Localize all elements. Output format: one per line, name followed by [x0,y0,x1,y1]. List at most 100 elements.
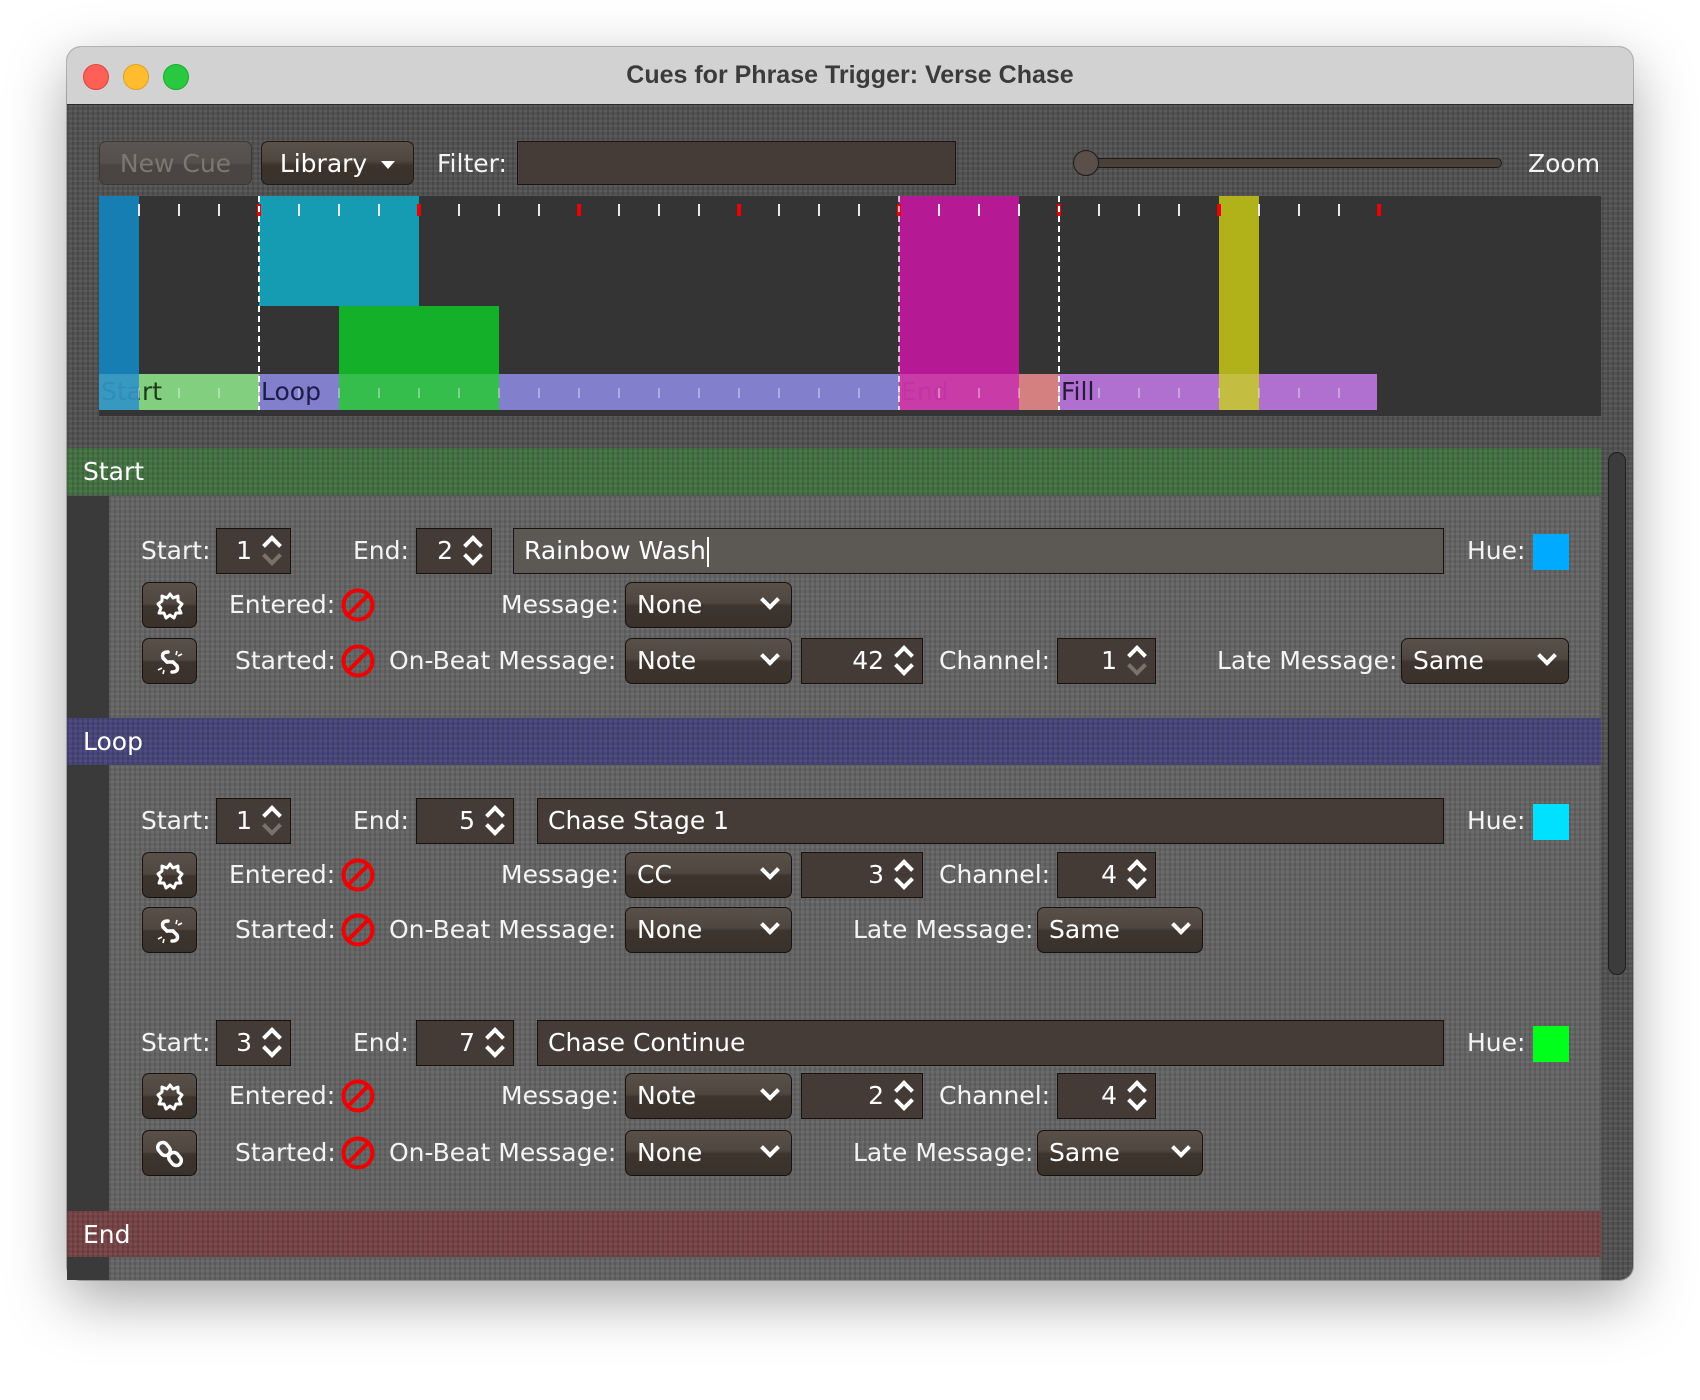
spinner-arrows[interactable] [256,1021,290,1065]
started-expression-button[interactable] [142,638,197,684]
started-expression-button[interactable] [142,1130,197,1176]
decrement-arrow-icon[interactable] [262,546,282,566]
spinner-arrows[interactable] [888,853,922,897]
entered-expression-button[interactable] [142,852,197,898]
cue-name-value: Chase Stage 1 [548,806,730,835]
decrement-arrow-icon[interactable] [1127,870,1147,890]
spinner-arrows[interactable] [1121,1074,1155,1118]
decrement-arrow-icon[interactable] [485,1038,505,1058]
cue-name-value: Rainbow Wash [524,536,706,565]
late-message-dropdown[interactable]: Same [1037,1130,1203,1176]
timeline-section-marker [898,196,900,410]
text-caret [706,537,709,567]
timeline-beat-tick [818,204,820,216]
hue-swatch[interactable] [1533,804,1569,840]
timeline-beat-tick-bottom [618,388,620,398]
start-beat-spinner[interactable]: 1 [216,798,291,844]
dropdown-value: Same [1049,1138,1120,1167]
spinner-arrows[interactable] [1121,853,1155,897]
start-beat-spinner[interactable]: 1 [216,528,291,574]
on-beat-message-dropdown[interactable]: None [625,1130,792,1176]
on-beat-number-spinner[interactable]: 42 [801,638,923,684]
library-menu-button[interactable]: Library [261,141,414,185]
no-expression-icon [340,912,376,948]
message-number-spinner[interactable]: 2 [801,1073,923,1119]
timeline-beat-tick-bottom [1338,388,1340,398]
spinner-arrows[interactable] [256,799,290,843]
timeline-beat-tick-bottom [418,388,420,398]
spinner-value: 4 [1101,860,1117,889]
hue-swatch[interactable] [1533,1026,1569,1062]
decrement-arrow-icon[interactable] [1127,1091,1147,1111]
channel-spinner[interactable]: 1 [1057,638,1156,684]
spinner-arrows[interactable] [1121,639,1155,683]
library-label: Library [279,149,368,178]
chevron-down-icon [760,860,780,880]
end-beat-spinner[interactable]: 7 [416,1020,514,1066]
late-message-dropdown[interactable]: Same [1401,638,1569,684]
message-dropdown[interactable]: None [625,582,792,628]
timeline-beat-tick [458,204,460,216]
cue-name-field[interactable]: Rainbow Wash [513,528,1444,574]
no-expression-icon [340,643,376,679]
decrement-arrow-icon[interactable] [463,546,483,566]
dropdown-value: None [637,1138,703,1167]
section-header-loop[interactable]: Loop [67,718,1601,765]
zoom-slider-thumb[interactable] [1073,150,1099,176]
on-beat-message-dropdown[interactable]: None [625,907,792,953]
spinner-value: 2 [437,536,453,565]
on-beat-message-label: On-Beat Message: [389,915,617,944]
cue-name-value: Chase Continue [548,1028,746,1057]
message-number-spinner[interactable]: 3 [801,852,923,898]
timeline-beat-tick-bottom [1138,388,1140,398]
message-dropdown[interactable]: Note [625,1073,792,1119]
decrement-arrow-icon[interactable] [894,870,914,890]
on-beat-message-dropdown[interactable]: Note [625,638,792,684]
entered-expression-button[interactable] [142,1073,197,1119]
chevron-down-icon [760,1081,780,1101]
started-expression-button[interactable] [142,907,197,953]
end-beat-spinner[interactable]: 5 [416,798,514,844]
zoom-slider-track[interactable] [1080,158,1502,168]
spinner-arrows[interactable] [256,529,290,573]
spinner-arrows[interactable] [888,639,922,683]
chevron-down-icon [760,646,780,666]
spinner-arrows[interactable] [457,529,491,573]
spinner-arrows[interactable] [479,799,513,843]
spinner-arrows[interactable] [888,1074,922,1118]
late-message-dropdown[interactable]: Same [1037,907,1203,953]
cue-list-scrollbar[interactable] [1608,452,1626,975]
timeline-section-marker [1058,196,1060,410]
section-header-start[interactable]: Start [67,448,1601,495]
timeline-beat-tick-bottom [858,388,860,398]
decrement-arrow-icon[interactable] [262,1038,282,1058]
section-header-end[interactable]: End [67,1211,1601,1258]
new-cue-button[interactable]: New Cue [99,141,252,185]
timeline-beat-tick [1098,204,1100,216]
decrement-arrow-icon[interactable] [485,816,505,836]
window-title: Cues for Phrase Trigger: Verse Chase [626,61,1074,89]
message-dropdown[interactable]: CC [625,852,792,898]
channel-label: Channel: [939,860,1051,889]
filter-input[interactable] [517,141,956,185]
hue-swatch[interactable] [1533,534,1569,570]
timeline-beat-tick [778,204,780,216]
channel-spinner[interactable]: 4 [1057,852,1156,898]
channel-spinner[interactable]: 4 [1057,1073,1156,1119]
entered-expression-button[interactable] [142,582,197,628]
timeline-cue-block-overlap [99,374,139,410]
dropdown-value: CC [637,860,672,889]
timeline-beat-tick-bottom [778,388,780,398]
spinner-arrows[interactable] [479,1021,513,1065]
cue-name-field[interactable]: Chase Stage 1 [537,798,1444,844]
decrement-arrow-icon[interactable] [262,816,282,836]
cue-name-field[interactable]: Chase Continue [537,1020,1444,1066]
decrement-arrow-icon[interactable] [1127,656,1147,676]
start-beat-spinner[interactable]: 3 [216,1020,291,1066]
decrement-arrow-icon[interactable] [894,1091,914,1111]
phrase-timeline[interactable]: StartLoopEndFill [99,196,1601,416]
decrement-arrow-icon[interactable] [894,656,914,676]
timeline-beat-tick-bottom [938,388,940,398]
title-bar: Cues for Phrase Trigger: Verse Chase [67,47,1633,105]
end-beat-spinner[interactable]: 2 [416,528,492,574]
